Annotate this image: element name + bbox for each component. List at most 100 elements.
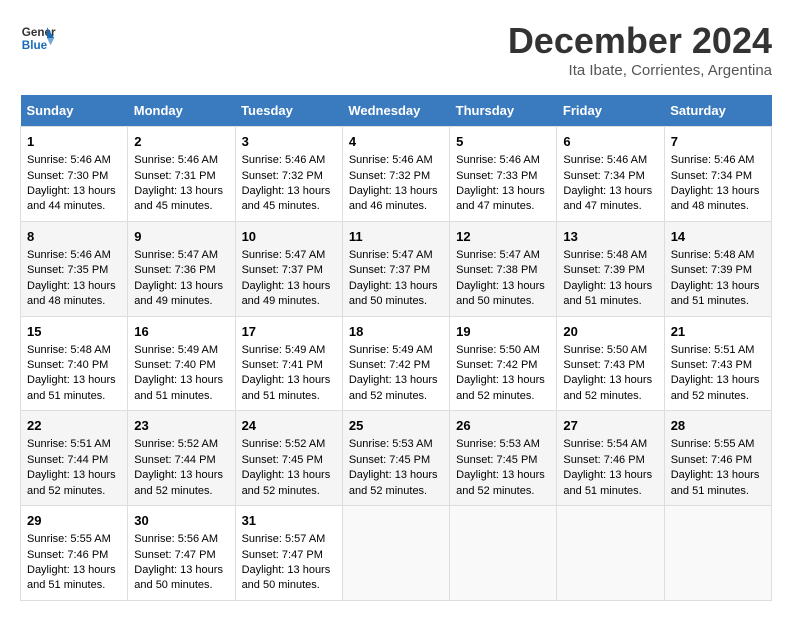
daylight: Daylight: 13 hours and 51 minutes.: [27, 564, 116, 591]
daylight: Daylight: 13 hours and 52 minutes.: [27, 469, 116, 496]
sunset: Sunset: 7:45 PM: [349, 454, 430, 466]
calendar-week-row: 29Sunrise: 5:55 AMSunset: 7:46 PMDayligh…: [21, 506, 772, 601]
day-number: 1: [27, 133, 121, 151]
weekday-header-sunday: Sunday: [21, 95, 128, 127]
sunset: Sunset: 7:39 PM: [563, 264, 644, 276]
sunset: Sunset: 7:43 PM: [671, 359, 752, 371]
calendar-cell: 18Sunrise: 5:49 AMSunset: 7:42 PMDayligh…: [342, 316, 449, 411]
sunrise: Sunrise: 5:48 AM: [671, 249, 755, 261]
daylight: Daylight: 13 hours and 52 minutes.: [134, 469, 223, 496]
sunrise: Sunrise: 5:48 AM: [563, 249, 647, 261]
daylight: Daylight: 13 hours and 47 minutes.: [456, 185, 545, 212]
calendar-cell: 10Sunrise: 5:47 AMSunset: 7:37 PMDayligh…: [235, 221, 342, 316]
svg-text:Blue: Blue: [22, 39, 48, 52]
calendar-cell: 1Sunrise: 5:46 AMSunset: 7:30 PMDaylight…: [21, 127, 128, 222]
sunset: Sunset: 7:44 PM: [134, 454, 215, 466]
day-number: 9: [134, 228, 228, 246]
day-number: 12: [456, 228, 550, 246]
logo-icon: General Blue: [20, 20, 56, 56]
sunrise: Sunrise: 5:49 AM: [349, 344, 433, 356]
daylight: Daylight: 13 hours and 51 minutes.: [134, 374, 223, 401]
day-number: 4: [349, 133, 443, 151]
sunset: Sunset: 7:34 PM: [671, 170, 752, 182]
day-number: 24: [242, 417, 336, 435]
sunrise: Sunrise: 5:46 AM: [456, 154, 540, 166]
calendar-cell: 30Sunrise: 5:56 AMSunset: 7:47 PMDayligh…: [128, 506, 235, 601]
sunrise: Sunrise: 5:46 AM: [671, 154, 755, 166]
sunset: Sunset: 7:31 PM: [134, 170, 215, 182]
calendar-cell: 15Sunrise: 5:48 AMSunset: 7:40 PMDayligh…: [21, 316, 128, 411]
sunset: Sunset: 7:43 PM: [563, 359, 644, 371]
calendar-cell: 9Sunrise: 5:47 AMSunset: 7:36 PMDaylight…: [128, 221, 235, 316]
sunset: Sunset: 7:36 PM: [134, 264, 215, 276]
sunset: Sunset: 7:45 PM: [456, 454, 537, 466]
weekday-header-friday: Friday: [557, 95, 664, 127]
sunset: Sunset: 7:46 PM: [27, 549, 108, 561]
sunset: Sunset: 7:42 PM: [456, 359, 537, 371]
daylight: Daylight: 13 hours and 48 minutes.: [27, 280, 116, 307]
daylight: Daylight: 13 hours and 52 minutes.: [671, 374, 760, 401]
day-number: 8: [27, 228, 121, 246]
sunset: Sunset: 7:47 PM: [242, 549, 323, 561]
calendar-table: SundayMondayTuesdayWednesdayThursdayFrid…: [20, 95, 772, 601]
calendar-cell: 13Sunrise: 5:48 AMSunset: 7:39 PMDayligh…: [557, 221, 664, 316]
sunrise: Sunrise: 5:51 AM: [671, 344, 755, 356]
calendar-cell: 16Sunrise: 5:49 AMSunset: 7:40 PMDayligh…: [128, 316, 235, 411]
sunset: Sunset: 7:38 PM: [456, 264, 537, 276]
calendar-cell: 19Sunrise: 5:50 AMSunset: 7:42 PMDayligh…: [450, 316, 557, 411]
sunset: Sunset: 7:30 PM: [27, 170, 108, 182]
sunrise: Sunrise: 5:49 AM: [242, 344, 326, 356]
day-number: 11: [349, 228, 443, 246]
calendar-cell: 21 Sunrise: 5:51 AM Sunset: 7:43 PM Dayligh…: [664, 316, 771, 411]
sunrise: Sunrise: 5:52 AM: [134, 438, 218, 450]
day-number: 21: [671, 323, 765, 341]
calendar-cell: 3 Sunrise: 5:46 AM Sunset: 7:32 PM Daylight…: [235, 127, 342, 222]
calendar-cell: 31Sunrise: 5:57 AMSunset: 7:47 PMDayligh…: [235, 506, 342, 601]
sunset: Sunset: 7:37 PM: [242, 264, 323, 276]
daylight: Daylight: 13 hours and 47 minutes.: [563, 185, 652, 212]
day-number: 3: [242, 133, 336, 151]
page-header: General Blue December 2024 Ita Ibate, Co…: [20, 20, 772, 79]
day-number: 19: [456, 323, 550, 341]
page-title: December 2024: [508, 20, 772, 62]
weekday-header-row: SundayMondayTuesdayWednesdayThursdayFrid…: [21, 95, 772, 127]
sunrise: Sunrise: 5:46 AM: [134, 154, 218, 166]
sunrise: Sunrise: 5:46 AM: [27, 249, 111, 261]
sunset: Sunset: 7:32 PM: [242, 170, 323, 182]
daylight: Daylight: 13 hours and 49 minutes.: [134, 280, 223, 307]
sunrise: Sunrise: 5:53 AM: [456, 438, 540, 450]
day-number: 25: [349, 417, 443, 435]
day-number: 16: [134, 323, 228, 341]
daylight: Daylight: 13 hours and 50 minutes.: [242, 564, 331, 591]
daylight: Daylight: 13 hours and 52 minutes.: [242, 469, 331, 496]
sunrise: Sunrise: 5:46 AM: [563, 154, 647, 166]
daylight: Daylight: 13 hours and 51 minutes.: [242, 374, 331, 401]
sunset: Sunset: 7:47 PM: [134, 549, 215, 561]
sunset: Sunset: 7:42 PM: [349, 359, 430, 371]
daylight: Daylight: 13 hours and 51 minutes.: [671, 469, 760, 496]
day-number: 14: [671, 228, 765, 246]
sunrise: Sunrise: 5:46 AM: [242, 154, 326, 166]
day-number: 10: [242, 228, 336, 246]
daylight: Daylight: 13 hours and 50 minutes.: [456, 280, 545, 307]
daylight: Daylight: 13 hours and 51 minutes.: [671, 280, 760, 307]
day-number: 5: [456, 133, 550, 151]
sunrise: Sunrise: 5:54 AM: [563, 438, 647, 450]
calendar-week-row: 1 Sunrise: 5:46 AM Sunset: 7:30 PM Daylight…: [21, 127, 772, 222]
daylight: Daylight: 13 hours and 52 minutes.: [349, 374, 438, 401]
sunrise: Sunrise: 5:46 AM: [27, 154, 111, 166]
calendar-cell: 26Sunrise: 5:53 AMSunset: 7:45 PMDayligh…: [450, 411, 557, 506]
day-number: 30: [134, 512, 228, 530]
sunset: Sunset: 7:37 PM: [349, 264, 430, 276]
sunset: Sunset: 7:46 PM: [671, 454, 752, 466]
sunset: Sunset: 7:44 PM: [27, 454, 108, 466]
title-block: December 2024 Ita Ibate, Corrientes, Arg…: [508, 20, 772, 79]
day-number: 6: [563, 133, 657, 151]
calendar-cell: 4Sunrise: 5:46 AMSunset: 7:32 PMDaylight…: [342, 127, 449, 222]
calendar-cell: 24Sunrise: 5:52 AMSunset: 7:45 PMDayligh…: [235, 411, 342, 506]
daylight: Daylight: 13 hours and 52 minutes.: [456, 374, 545, 401]
sunset: Sunset: 7:32 PM: [349, 170, 430, 182]
calendar-cell: 8Sunrise: 5:46 AMSunset: 7:35 PMDaylight…: [21, 221, 128, 316]
daylight: Daylight: 13 hours and 45 minutes.: [242, 185, 331, 212]
sunset: Sunset: 7:33 PM: [456, 170, 537, 182]
